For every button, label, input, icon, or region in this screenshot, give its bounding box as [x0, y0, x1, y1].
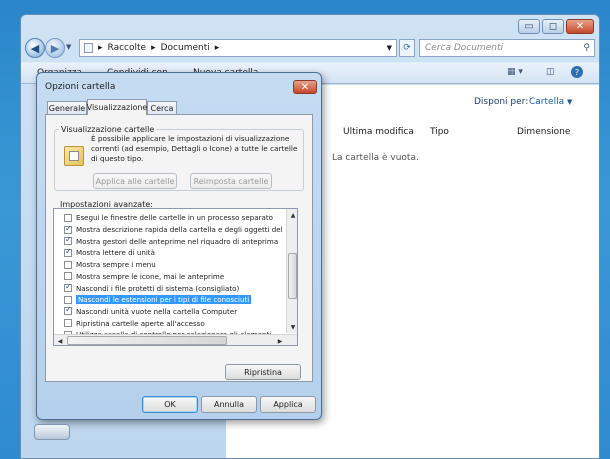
minimize-button[interactable]: ▭ — [518, 19, 540, 34]
checkbox[interactable] — [64, 235, 72, 246]
advanced-setting-row[interactable]: Nascondi le estensioni per i tipi di fil… — [54, 294, 286, 306]
column-tipo[interactable]: Tipo — [430, 127, 449, 137]
checkbox[interactable] — [64, 260, 72, 269]
advanced-setting-label: Esegui le finestre delle cartelle in un … — [76, 213, 273, 223]
folder-view-group: Visualizzazione cartelle È possibile app… — [54, 125, 304, 191]
checkbox[interactable] — [64, 319, 72, 328]
desktop-computer-icon[interactable] — [34, 424, 70, 440]
scroll-down-icon[interactable]: ▼ — [287, 321, 297, 333]
checkbox[interactable] — [64, 224, 72, 234]
empty-folder-message: La cartella è vuota. — [332, 153, 419, 163]
advanced-setting-row[interactable]: Mostra sempre le icone, mai le anteprime — [54, 271, 286, 283]
checkbox[interactable] — [64, 305, 72, 316]
history-chevron-icon[interactable]: ▼ — [66, 43, 71, 51]
advanced-setting-label: Mostra sempre i menu — [76, 260, 156, 270]
advanced-setting-row[interactable]: Mostra sempre i menu — [54, 259, 286, 271]
folder-view-description: È possibile applicare le impostazioni di… — [91, 134, 298, 163]
hscroll-thumb[interactable] — [67, 336, 227, 345]
advanced-setting-label: Mostra lettere di unità — [76, 248, 155, 258]
advanced-setting-row[interactable]: Mostra gestori delle anteprime nel riqua… — [54, 235, 286, 247]
apply-to-folders-button[interactable]: Applica alle cartelle — [93, 173, 177, 189]
close-icon[interactable]: ✕ — [293, 80, 317, 94]
column-dimensione[interactable]: Dimensione — [517, 127, 570, 137]
tab-visualizzazione[interactable]: Visualizzazione — [87, 99, 147, 115]
dialog-title: Opzioni cartella — [45, 82, 116, 92]
advanced-setting-label: Mostra gestori delle anteprime nel riqua… — [76, 236, 279, 246]
help-icon[interactable]: ? — [571, 66, 583, 78]
advanced-setting-label: Nascondi i file protetti di sistema (con… — [76, 283, 240, 293]
tab-cerca[interactable]: Cerca — [147, 101, 177, 115]
advanced-setting-row[interactable]: Nascondi i file protetti di sistema (con… — [54, 282, 286, 294]
apply-button[interactable]: Applica — [260, 396, 316, 413]
advanced-setting-label: Mostra descrizione rapida della cartella… — [76, 225, 283, 235]
scroll-thumb[interactable] — [288, 253, 297, 299]
vertical-scrollbar[interactable]: ▲ ▼ — [286, 209, 297, 333]
search-input[interactable]: Cerca Documenti ⚲ — [419, 39, 595, 57]
advanced-setting-row[interactable]: Mostra descrizione rapida della cartella… — [54, 224, 286, 236]
view-options-icon[interactable]: ▦ ▾ — [507, 67, 523, 77]
restore-defaults-button[interactable]: Ripristina — [225, 364, 301, 380]
horizontal-scrollbar[interactable]: ◀ ▶ — [54, 334, 297, 345]
library-icon — [84, 43, 93, 53]
maximize-button[interactable]: ◻ — [542, 19, 564, 34]
breadcrumb-separator-icon: ▸ — [214, 43, 220, 53]
preview-pane-icon[interactable]: ◫ — [546, 67, 555, 77]
breadcrumb-separator-icon: ▸ — [151, 43, 156, 53]
checkbox[interactable] — [64, 213, 72, 222]
breadcrumb-separator-icon: ▸ — [98, 43, 103, 53]
checkbox[interactable] — [64, 272, 72, 281]
tab-generale[interactable]: Generale — [47, 101, 87, 115]
scroll-up-icon[interactable]: ▲ — [287, 209, 297, 221]
checkbox[interactable] — [64, 295, 72, 304]
arrange-value: Cartella — [529, 97, 565, 107]
scroll-right-icon[interactable]: ▶ — [274, 335, 286, 345]
advanced-settings-list[interactable]: Esegui le finestre delle cartelle in un … — [53, 208, 298, 346]
search-icon[interactable]: ⚲ — [583, 43, 590, 53]
checkbox[interactable] — [64, 282, 72, 293]
advanced-setting-label: Nascondi unità vuote nella cartella Comp… — [76, 306, 238, 316]
advanced-setting-label: Ripristina cartelle aperte all'accesso — [76, 318, 205, 328]
refresh-icon[interactable]: ⟳ — [399, 39, 415, 57]
advanced-setting-row[interactable]: Nascondi unità vuote nella cartella Comp… — [54, 305, 286, 318]
checkbox[interactable] — [64, 247, 72, 257]
cancel-button[interactable]: Annulla — [201, 396, 257, 413]
folder-view-group-title: Visualizzazione cartelle — [61, 125, 155, 134]
breadcrumb-documenti[interactable]: Documenti — [161, 43, 210, 53]
folder-view-icon — [64, 146, 84, 166]
advanced-setting-row[interactable]: Mostra lettere di unità — [54, 247, 286, 259]
arrange-label: Disponi per: — [474, 97, 529, 107]
close-icon[interactable]: ✕ — [566, 19, 594, 34]
chevron-down-icon: ▼ — [566, 98, 573, 106]
folder-options-dialog: Opzioni cartella ✕ Generale Visualizzazi… — [36, 72, 322, 420]
address-bar[interactable]: ▸ Raccolte ▸ Documenti ▸ ▼ — [79, 39, 397, 57]
arrange-dropdown[interactable]: Cartella ▼ — [529, 97, 572, 107]
reset-folders-button[interactable]: Reimposta cartelle — [190, 173, 272, 189]
scroll-left-icon[interactable]: ◀ — [54, 335, 66, 345]
advanced-setting-label: Mostra sempre le icone, mai le anteprime — [76, 271, 225, 281]
search-placeholder: Cerca Documenti — [425, 43, 503, 53]
column-ultima-modifica[interactable]: Ultima modifica — [343, 127, 414, 137]
address-dropdown-icon[interactable]: ▼ — [387, 44, 392, 52]
advanced-setting-row[interactable]: Esegui le finestre delle cartelle in un … — [54, 212, 286, 224]
advanced-setting-label: Nascondi le estensioni per i tipi di fil… — [76, 295, 252, 305]
forward-button[interactable]: ▶ — [45, 38, 65, 58]
breadcrumb-raccolte[interactable]: Raccolte — [108, 43, 147, 53]
back-button[interactable]: ◀ — [25, 38, 45, 58]
ok-button[interactable]: OK — [142, 396, 198, 413]
advanced-setting-row[interactable]: Ripristina cartelle aperte all'accesso — [54, 317, 286, 329]
